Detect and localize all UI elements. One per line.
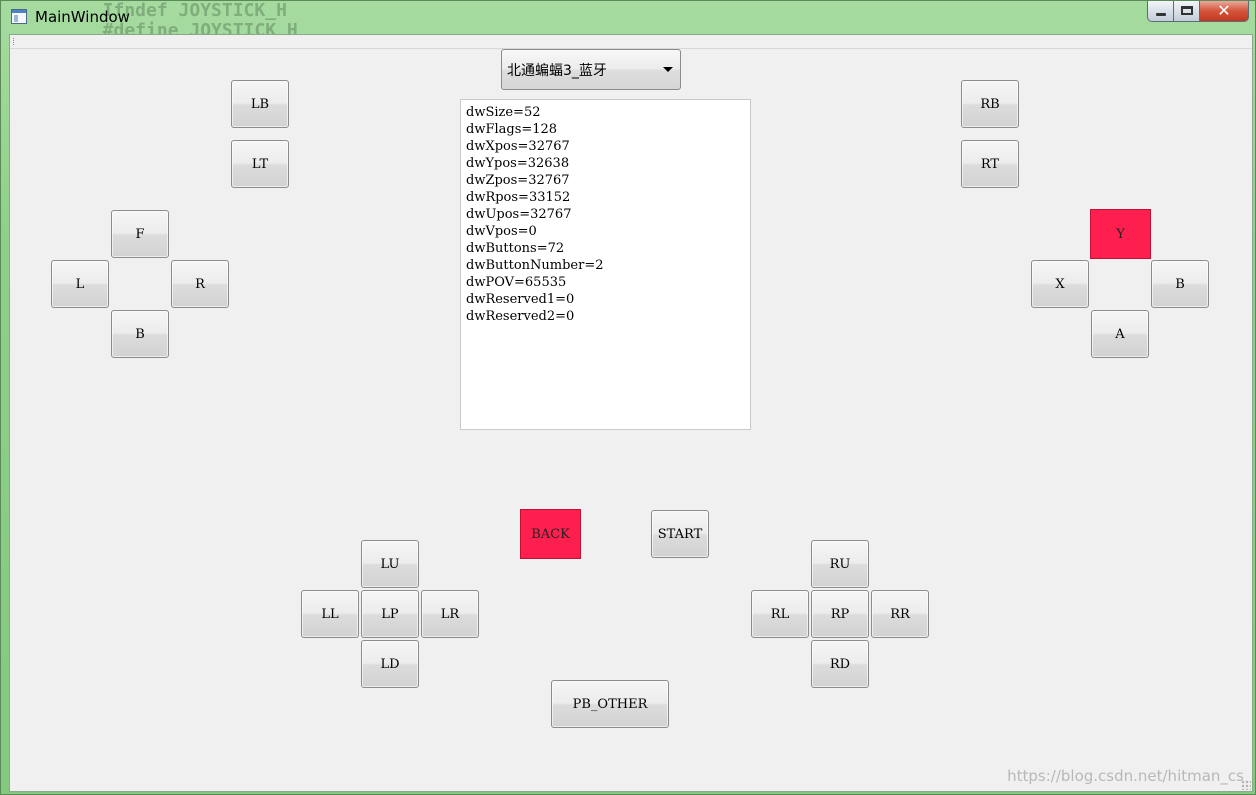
b-button[interactable]: B (1151, 260, 1209, 308)
right-stick-press-button[interactable]: RP (811, 590, 869, 638)
rt-button[interactable]: RT (961, 140, 1019, 188)
info-line: dwReserved1=0 (466, 292, 575, 307)
right-stick-down-button[interactable]: RD (811, 640, 869, 688)
toolbar-grip-icon[interactable] (13, 38, 15, 45)
main-window: Ifndef JOYSTICK_H #define JOYSTICK_H Mai… (0, 0, 1256, 795)
close-icon: ✕ (1217, 1, 1231, 20)
info-line: dwXpos=32767 (466, 139, 570, 154)
watermark: https://blog.csdn.net/hitman_cs (1007, 767, 1244, 785)
maximize-button[interactable] (1173, 1, 1199, 22)
lt-button[interactable]: LT (231, 140, 289, 188)
left-stick-down-button[interactable]: LD (361, 640, 419, 688)
joystick-select-value: 北通蝙蝠3_蓝牙 (507, 62, 607, 79)
left-stick-press-button[interactable]: LP (361, 590, 419, 638)
joystick-info-text[interactable]: dwSize=52 dwFlags=128 dwXpos=32767 dwYpo… (460, 99, 751, 430)
info-line: dwButtonNumber=2 (466, 258, 604, 273)
a-button[interactable]: A (1091, 310, 1149, 358)
info-line: dwRpos=33152 (466, 190, 571, 205)
dpad-forward-button[interactable]: F (111, 210, 169, 258)
app-window-icon[interactable] (11, 9, 27, 24)
y-button[interactable]: Y (1090, 209, 1151, 259)
dropdown-arrow-icon (663, 67, 673, 72)
rb-button[interactable]: RB (961, 80, 1019, 128)
close-button[interactable]: ✕ (1199, 1, 1249, 22)
right-stick-right-button[interactable]: RR (871, 590, 929, 638)
back-button[interactable]: BACK (520, 509, 581, 559)
dpad-back-button[interactable]: B (111, 310, 169, 358)
right-stick-up-button[interactable]: RU (811, 540, 869, 588)
maximize-icon (1181, 6, 1193, 15)
right-stick-left-button[interactable]: RL (751, 590, 809, 638)
start-button[interactable]: START (651, 510, 709, 558)
left-stick-left-button[interactable]: LL (301, 590, 359, 638)
info-line: dwYpos=32638 (466, 156, 570, 171)
minimize-icon (1156, 13, 1166, 16)
info-line: dwFlags=128 (466, 122, 558, 137)
window-title: MainWindow (35, 8, 130, 26)
dpad-left-button[interactable]: L (51, 260, 109, 308)
client-area: 北通蝙蝠3_蓝牙 dwSize=52 dwFlags=128 dwXpos=32… (9, 34, 1253, 792)
info-line: dwUpos=32767 (466, 207, 572, 222)
left-stick-right-button[interactable]: LR (421, 590, 479, 638)
joystick-select[interactable]: 北通蝙蝠3_蓝牙 (501, 49, 681, 90)
left-stick-up-button[interactable]: LU (361, 540, 419, 588)
info-line: dwSize=52 (466, 105, 541, 120)
dpad-right-button[interactable]: R (171, 260, 229, 308)
info-line: dwButtons=72 (466, 241, 565, 256)
info-line: dwReserved2=0 (466, 309, 575, 324)
title-bar[interactable]: Ifndef JOYSTICK_H #define JOYSTICK_H Mai… (1, 1, 1255, 41)
info-line: dwZpos=32767 (466, 173, 570, 188)
x-button[interactable]: X (1031, 260, 1089, 308)
lb-button[interactable]: LB (231, 80, 289, 128)
toolbar-strip (10, 35, 1252, 49)
resize-grip-icon[interactable] (1241, 780, 1251, 790)
pb-other-button[interactable]: PB_OTHER (551, 680, 669, 728)
info-line: dwVpos=0 (466, 224, 537, 239)
caption-buttons: ✕ (1147, 1, 1249, 23)
info-line: dwPOV=65535 (466, 275, 567, 290)
minimize-button[interactable] (1147, 1, 1173, 22)
